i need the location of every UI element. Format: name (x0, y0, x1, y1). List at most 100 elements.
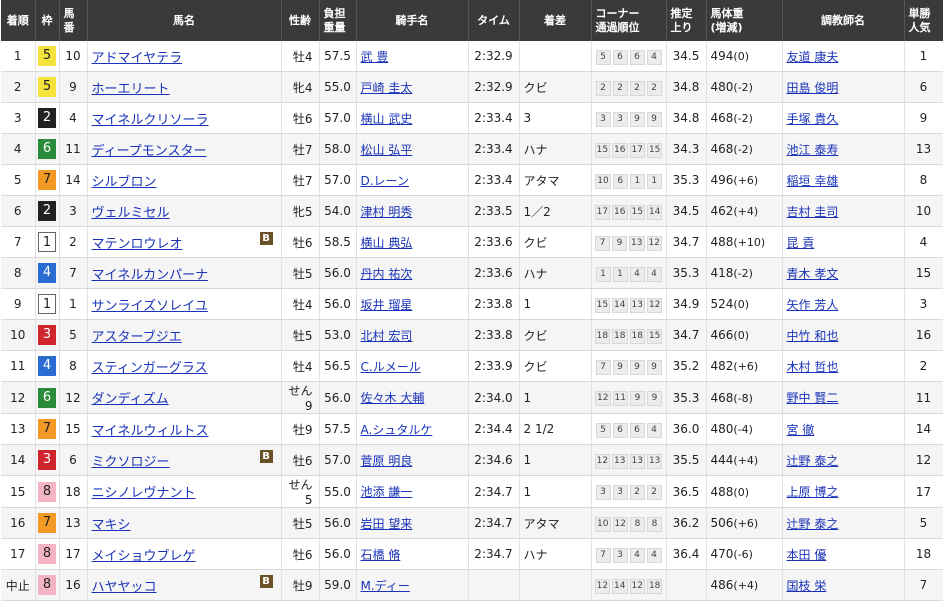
horse-number-cell: 15 (59, 413, 88, 445)
header-num: 馬番 (59, 0, 88, 41)
horse-name-link[interactable]: マイネルカンパーナ (92, 268, 209, 283)
horse-name-link[interactable]: ニシノレヴナント (92, 486, 196, 501)
jockey-link[interactable]: 武 豊 (361, 50, 389, 64)
jockey-link[interactable]: 菅原 明良 (361, 454, 413, 468)
horse-name-link[interactable]: マイネルウィルトス (92, 424, 209, 439)
rank-cell: 8 (1, 257, 36, 289)
table-row: 14 3 6 ミクソロジー B 牡6 57.0 菅原 明良 2:34.6 1 12 13 13 13 35.… (1, 444, 943, 476)
header-popularity: 単勝 人気 (904, 0, 943, 41)
horse-number-cell: 16 (59, 569, 88, 601)
jockey-cell: 菅原 明良 (356, 444, 469, 476)
jockey-link[interactable]: 松山 弘平 (361, 143, 413, 157)
weight-cell: 56.0 (319, 538, 357, 570)
jockey-link[interactable]: 佐々木 大輔 (361, 391, 425, 405)
trainer-link[interactable]: 辻野 泰之 (787, 517, 839, 531)
horse-name-link[interactable]: マテンロウレオ (92, 237, 183, 252)
corner-position: 12 (629, 578, 645, 594)
horse-name-cell: ミクソロジー B (87, 444, 282, 476)
margin-cell: ハナ (519, 257, 592, 289)
trainer-link[interactable]: 青木 孝文 (787, 267, 839, 281)
jockey-link[interactable]: 戸崎 圭太 (361, 81, 413, 95)
jockey-link[interactable]: 石橋 脩 (361, 548, 401, 562)
horse-name-link[interactable]: ホーエリート (92, 82, 170, 97)
popularity-cell: 6 (904, 71, 943, 103)
horse-name-cell: マイネルカンパーナ (87, 257, 282, 289)
jockey-link[interactable]: 横山 武史 (361, 112, 413, 126)
horse-name-link[interactable]: サンライズソレイユ (92, 299, 208, 314)
weight-cell: 56.0 (319, 288, 357, 320)
trainer-link[interactable]: 野中 賢二 (787, 391, 839, 405)
trainer-link[interactable]: 稲垣 幸雄 (787, 174, 839, 188)
trainer-link[interactable]: 手塚 貴久 (787, 112, 839, 126)
bodyweight-diff: (-2) (733, 81, 753, 94)
horse-name-link[interactable]: アスターブジエ (92, 330, 182, 345)
jockey-link[interactable]: 津村 明秀 (361, 205, 413, 219)
bodyweight-diff: (-2) (733, 143, 753, 156)
jockey-link[interactable]: C.ルメール (361, 360, 421, 374)
corner-position: 9 (629, 391, 645, 406)
horse-name-link[interactable]: アドマイヤテラ (92, 51, 183, 66)
jockey-link[interactable]: 岩田 望来 (361, 517, 413, 531)
jockey-link[interactable]: 北村 宏司 (361, 329, 413, 343)
trainer-link[interactable]: 本田 優 (787, 548, 827, 562)
trainer-link[interactable]: 昆 貢 (787, 236, 815, 250)
jockey-link[interactable]: 池添 謙一 (361, 485, 413, 499)
corner-position: 16 (612, 204, 628, 220)
sex-age-cell: 牡7 (281, 164, 320, 196)
jockey-link[interactable]: 坂井 瑠星 (361, 298, 413, 312)
trainer-link[interactable]: 池江 泰寿 (787, 143, 839, 157)
blinker-icon: B (259, 232, 273, 245)
corner-position: 13 (646, 453, 663, 469)
trainer-cell: 吉村 圭司 (782, 195, 905, 227)
jockey-link[interactable]: A.シュタルケ (361, 423, 433, 437)
trainer-link[interactable]: 国枝 栄 (787, 579, 827, 593)
horse-name-link[interactable]: ヴェルミセル (92, 206, 170, 221)
trainer-cell: 稲垣 幸雄 (782, 164, 905, 196)
horse-name-link[interactable]: メイショウブレゲ (92, 549, 196, 564)
horse-name-link[interactable]: マイネルクリソーラ (92, 113, 209, 128)
corner-cell: 10 6 1 1 (591, 164, 667, 196)
margin-cell: アタマ (519, 164, 592, 196)
table-row: 中止 8 16 ハヤヤッコ B 牡9 59.0 M.ディー 12 14 12 18 486(+4) 国枝 … (1, 569, 943, 601)
jockey-link[interactable]: D.レーン (361, 174, 409, 188)
horse-name-cell: マイネルクリソーラ (87, 102, 282, 134)
horse-name-link[interactable]: ハヤヤッコ (92, 580, 157, 595)
table-row: 6 2 3 ヴェルミセル 牝5 54.0 津村 明秀 2:33.5 1／2 17 16 15 14 34.… (1, 195, 943, 227)
trainer-link[interactable]: 吉村 圭司 (787, 205, 839, 219)
corner-position: 11 (612, 391, 628, 406)
table-row: 13 7 15 マイネルウィルトス 牡9 57.5 A.シュタルケ 2:34.4 2 1/2 5 6… (1, 413, 943, 445)
corner-position: 6 (629, 49, 645, 65)
popularity-cell: 4 (904, 226, 943, 258)
corner-position: 12 (595, 391, 611, 406)
jockey-link[interactable]: M.ディー (361, 579, 410, 593)
rank-cell: 7 (1, 226, 36, 258)
waku-badge: 7 (38, 419, 56, 439)
bodyweight-diff: (+10) (733, 236, 766, 249)
trainer-link[interactable]: 宮 徹 (787, 423, 815, 437)
sex-age-cell: せん9 (281, 381, 320, 414)
trainer-link[interactable]: 中竹 和也 (787, 329, 839, 343)
jockey-link[interactable]: 丹内 祐次 (361, 267, 413, 281)
jockey-link[interactable]: 横山 典弘 (361, 236, 413, 250)
weight-cell: 55.0 (319, 71, 357, 103)
horse-name-link[interactable]: シルブロン (92, 175, 157, 190)
bodyweight-value: 486 (710, 578, 734, 592)
horse-name-link[interactable]: ダンディズム (92, 392, 169, 407)
horse-name-link[interactable]: スティンガーグラス (92, 361, 208, 376)
trainer-link[interactable]: 友道 康夫 (787, 50, 839, 64)
corner-position: 3 (595, 485, 611, 500)
corner-position: 13 (629, 235, 645, 251)
trainer-link[interactable]: 田島 俊明 (787, 81, 839, 95)
horse-name-link[interactable]: ミクソロジー (92, 455, 170, 470)
trainer-link[interactable]: 辻野 泰之 (787, 454, 839, 468)
sex-age-cell: 牡9 (281, 569, 320, 601)
waku-cell: 4 (35, 257, 60, 289)
trainer-link[interactable]: 上原 博之 (787, 485, 839, 499)
corner-position: 5 (595, 49, 611, 65)
horse-name-link[interactable]: マキシ (92, 518, 131, 533)
trainer-link[interactable]: 木村 哲也 (787, 360, 839, 374)
horse-name-link[interactable]: ディープモンスター (92, 144, 207, 159)
trainer-link[interactable]: 矢作 芳人 (787, 298, 839, 312)
corner-cell: 3322 (591, 475, 667, 508)
corner-position: 17 (594, 204, 611, 220)
